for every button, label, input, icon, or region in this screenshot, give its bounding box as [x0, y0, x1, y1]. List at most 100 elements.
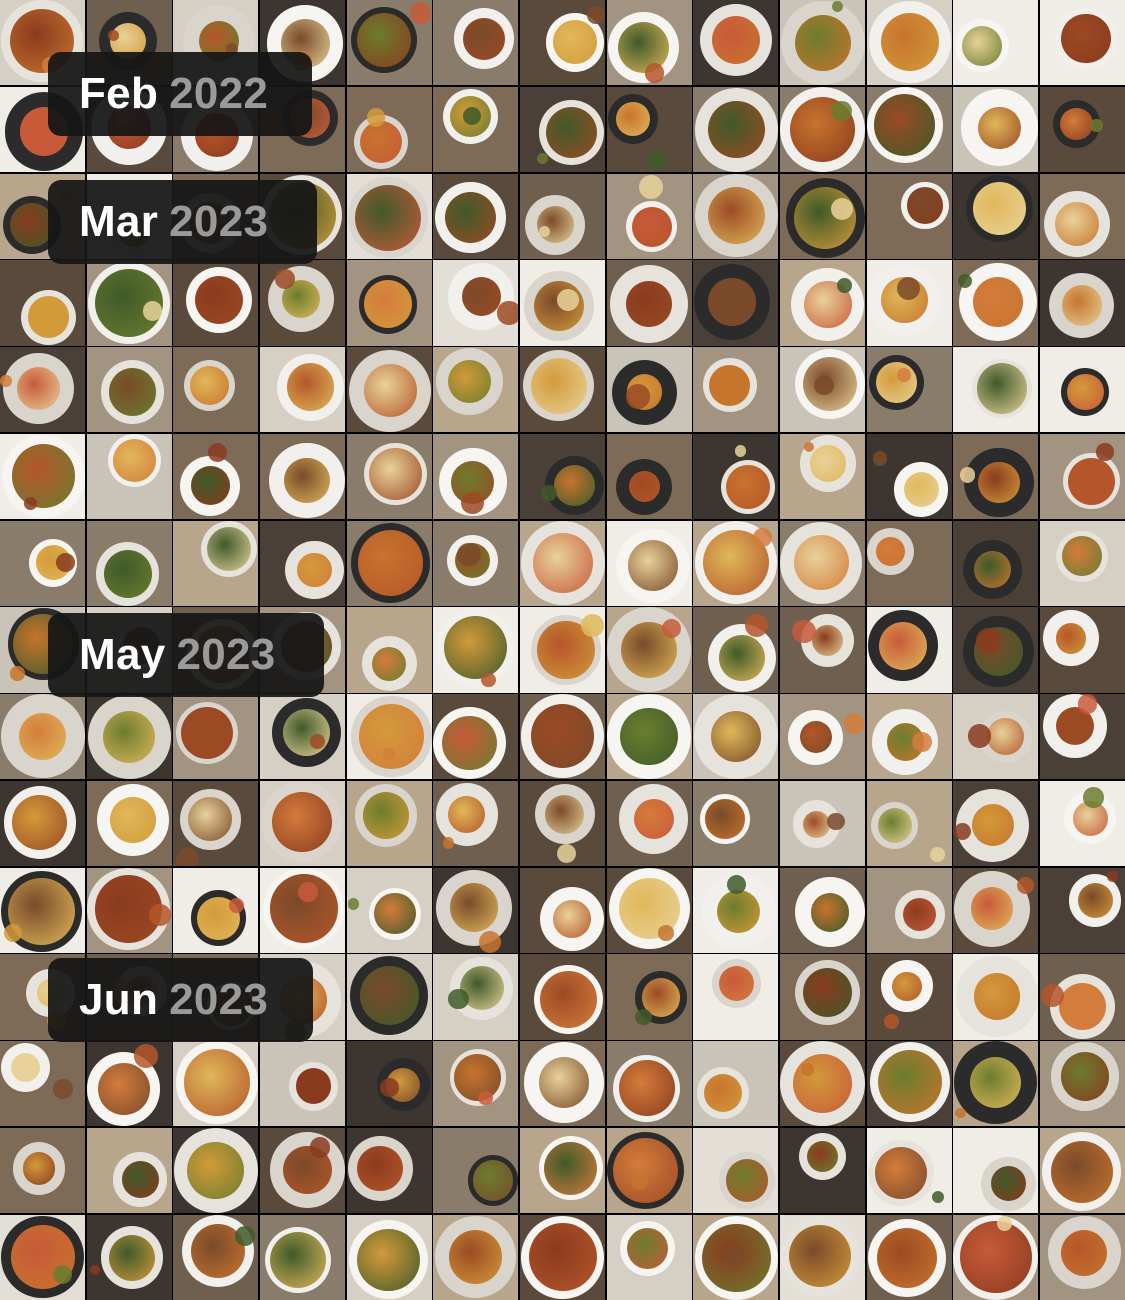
section-label-mar-2023[interactable]: Mar 2023 — [48, 180, 317, 264]
photo-thumbnail[interactable] — [606, 1041, 692, 1127]
photo-thumbnail[interactable] — [519, 1041, 606, 1127]
photo-thumbnail[interactable] — [346, 0, 432, 86]
photo-thumbnail[interactable] — [606, 607, 692, 693]
photo-thumbnail[interactable] — [259, 1127, 346, 1213]
photo-thumbnail[interactable] — [779, 694, 866, 780]
photo-thumbnail[interactable] — [519, 0, 606, 86]
photo-thumbnail[interactable] — [779, 347, 866, 433]
photo-thumbnail[interactable] — [433, 433, 519, 519]
photo-thumbnail[interactable] — [433, 0, 519, 86]
photo-thumbnail[interactable] — [433, 607, 519, 693]
photo-thumbnail[interactable] — [693, 173, 779, 259]
photo-thumbnail[interactable] — [1039, 867, 1125, 953]
photo-thumbnail[interactable] — [86, 520, 172, 606]
photo-thumbnail[interactable] — [866, 0, 952, 86]
photo-thumbnail[interactable] — [86, 867, 172, 953]
photo-thumbnail[interactable] — [519, 694, 606, 780]
photo-thumbnail[interactable] — [866, 520, 952, 606]
photo-thumbnail[interactable] — [173, 780, 259, 866]
photo-thumbnail[interactable] — [86, 1041, 172, 1127]
photo-thumbnail[interactable] — [0, 520, 86, 606]
photo-thumbnail[interactable] — [953, 1214, 1039, 1300]
photo-thumbnail[interactable] — [433, 780, 519, 866]
photo-thumbnail[interactable] — [259, 1214, 346, 1300]
photo-thumbnail[interactable] — [173, 1041, 259, 1127]
photo-thumbnail[interactable] — [693, 607, 779, 693]
photo-thumbnail[interactable] — [779, 607, 866, 693]
photo-thumbnail[interactable] — [866, 694, 952, 780]
photo-thumbnail[interactable] — [693, 520, 779, 606]
photo-thumbnail[interactable] — [866, 173, 952, 259]
photo-thumbnail[interactable] — [693, 1041, 779, 1127]
photo-thumbnail[interactable] — [346, 1127, 432, 1213]
photo-thumbnail[interactable] — [519, 520, 606, 606]
photo-thumbnail[interactable] — [953, 173, 1039, 259]
photo-thumbnail[interactable] — [1039, 1041, 1125, 1127]
photo-thumbnail[interactable] — [346, 1041, 432, 1127]
photo-thumbnail[interactable] — [866, 780, 952, 866]
photo-thumbnail[interactable] — [693, 347, 779, 433]
photo-thumbnail[interactable] — [0, 433, 86, 519]
photo-thumbnail[interactable] — [346, 954, 432, 1040]
photo-thumbnail[interactable] — [953, 867, 1039, 953]
photo-thumbnail[interactable] — [519, 1127, 606, 1213]
photo-thumbnail[interactable] — [433, 867, 519, 953]
photo-thumbnail[interactable] — [173, 867, 259, 953]
photo-thumbnail[interactable] — [1039, 433, 1125, 519]
photo-thumbnail[interactable] — [779, 1041, 866, 1127]
photo-thumbnail[interactable] — [1039, 1214, 1125, 1300]
photo-thumbnail[interactable] — [346, 780, 432, 866]
photo-thumbnail[interactable] — [779, 520, 866, 606]
photo-thumbnail[interactable] — [519, 347, 606, 433]
photo-thumbnail[interactable] — [86, 347, 172, 433]
photo-thumbnail[interactable] — [1039, 173, 1125, 259]
photo-thumbnail[interactable] — [606, 347, 692, 433]
photo-thumbnail[interactable] — [693, 0, 779, 86]
photo-thumbnail[interactable] — [173, 1214, 259, 1300]
photo-thumbnail[interactable] — [259, 867, 346, 953]
photo-thumbnail[interactable] — [1039, 260, 1125, 346]
photo-thumbnail[interactable] — [779, 954, 866, 1040]
photo-thumbnail[interactable] — [693, 433, 779, 519]
photo-thumbnail[interactable] — [1039, 86, 1125, 172]
photo-thumbnail[interactable] — [779, 1127, 866, 1213]
photo-thumbnail[interactable] — [953, 520, 1039, 606]
photo-thumbnail[interactable] — [1039, 520, 1125, 606]
photo-thumbnail[interactable] — [0, 867, 86, 953]
photo-thumbnail[interactable] — [346, 86, 432, 172]
photo-thumbnail[interactable] — [1039, 607, 1125, 693]
photo-thumbnail[interactable] — [606, 694, 692, 780]
photo-thumbnail[interactable] — [86, 260, 172, 346]
photo-thumbnail[interactable] — [693, 86, 779, 172]
photo-thumbnail[interactable] — [779, 867, 866, 953]
section-label-may-2023[interactable]: May 2023 — [48, 613, 324, 697]
photo-thumbnail[interactable] — [0, 780, 86, 866]
photo-thumbnail[interactable] — [953, 260, 1039, 346]
photo-thumbnail[interactable] — [866, 260, 952, 346]
photo-thumbnail[interactable] — [953, 1041, 1039, 1127]
photo-thumbnail[interactable] — [606, 867, 692, 953]
photo-thumbnail[interactable] — [953, 86, 1039, 172]
photo-thumbnail[interactable] — [433, 260, 519, 346]
photo-thumbnail[interactable] — [346, 520, 432, 606]
section-label-jun-2023[interactable]: Jun 2023 — [48, 958, 313, 1042]
photo-thumbnail[interactable] — [0, 260, 86, 346]
photo-thumbnail[interactable] — [259, 1041, 346, 1127]
photo-thumbnail[interactable] — [0, 1127, 86, 1213]
photo-thumbnail[interactable] — [259, 347, 346, 433]
photo-thumbnail[interactable] — [606, 520, 692, 606]
photo-thumbnail[interactable] — [86, 433, 172, 519]
photo-thumbnail[interactable] — [173, 694, 259, 780]
photo-thumbnail[interactable] — [866, 954, 952, 1040]
photo-thumbnail[interactable] — [259, 694, 346, 780]
photo-thumbnail[interactable] — [433, 954, 519, 1040]
photo-thumbnail[interactable] — [86, 1214, 172, 1300]
photo-thumbnail[interactable] — [433, 1127, 519, 1213]
photo-thumbnail[interactable] — [606, 780, 692, 866]
photo-thumbnail[interactable] — [866, 607, 952, 693]
photo-thumbnail[interactable] — [866, 867, 952, 953]
photo-thumbnail[interactable] — [693, 1214, 779, 1300]
photo-thumbnail[interactable] — [606, 173, 692, 259]
photo-thumbnail[interactable] — [953, 780, 1039, 866]
photo-thumbnail[interactable] — [1039, 780, 1125, 866]
